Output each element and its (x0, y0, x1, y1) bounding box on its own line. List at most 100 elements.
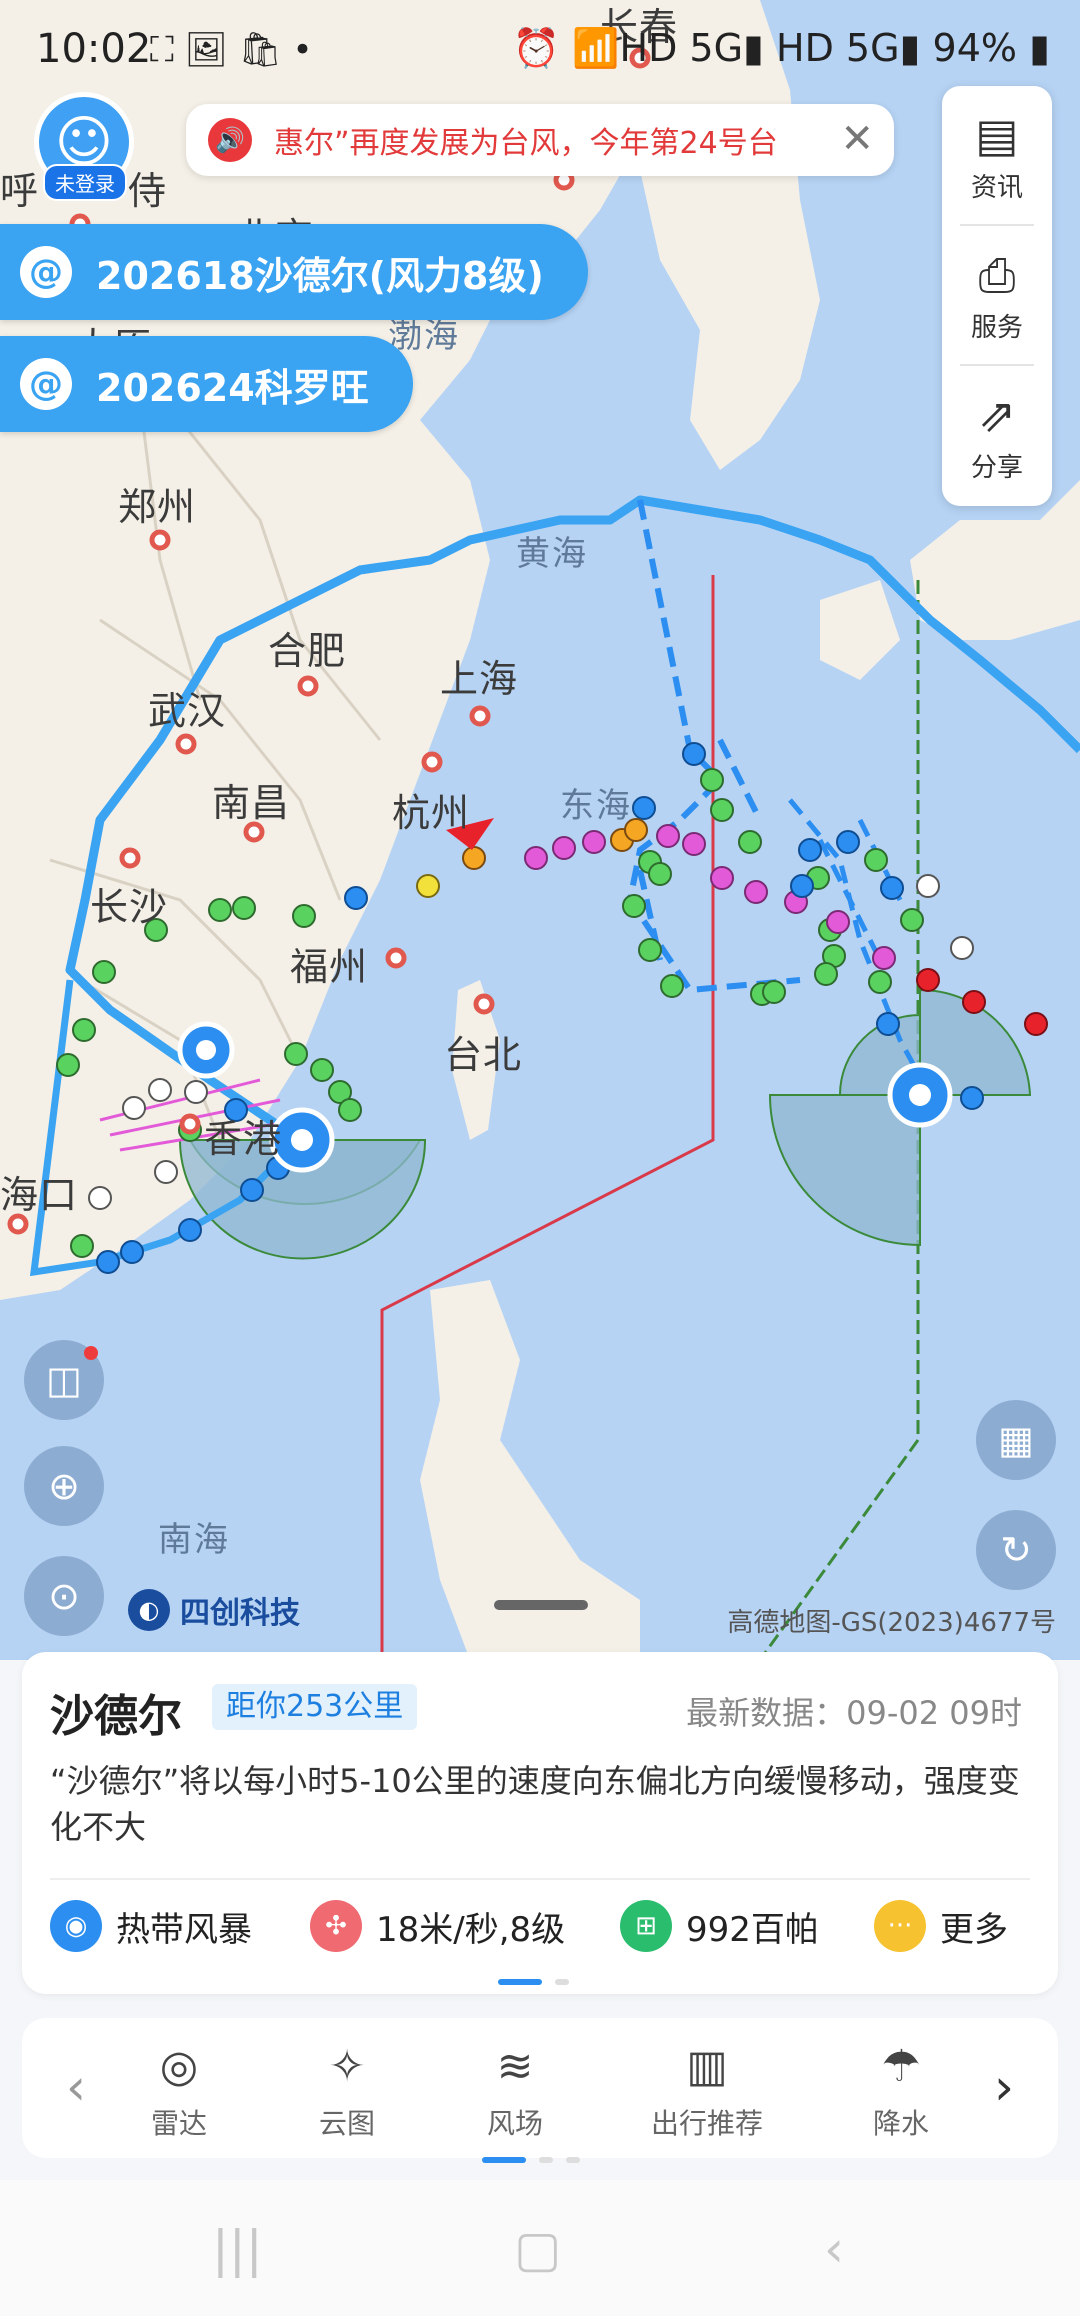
notice-banner[interactable]: 🔊 惠尔”再度发展为台风，今年第24号台 ✕ (186, 104, 894, 176)
distance-badge: 距你253公里 (212, 1684, 418, 1730)
stat-pressure: ⊞ 992百帕 (620, 1900, 819, 1952)
divider (960, 224, 1034, 226)
wind-field-icon: ≋ (496, 2041, 534, 2092)
sea-label: 东海 (560, 786, 632, 826)
brand-text: 四创科技 (180, 1596, 300, 1631)
city-label: 香港 (204, 1117, 283, 1161)
typhoon-description: “沙德尔”将以每小时5-10公里的速度向东偏北方向缓慢移动，强度变化不大 (50, 1762, 1020, 1846)
tool-label: 降水 (872, 2107, 929, 2140)
system-nav-bar: ||| ▢ ‹ (0, 2180, 1080, 2316)
typhoon-icon: @ (20, 358, 72, 410)
close-icon[interactable]: ✕ (840, 116, 874, 162)
status-time: 10:02 (36, 26, 152, 72)
tool-cloud[interactable]: ✧ 云图 (272, 2040, 422, 2142)
storm-pill-koroan[interactable]: @ 202624科罗旺 (0, 336, 413, 432)
recent-apps-icon[interactable]: ||| (212, 2220, 263, 2278)
share-label: 分享 (970, 452, 1023, 483)
typhoon-info-card[interactable]: 沙德尔 距你253公里 最新数据：09-02 09时 “沙德尔”将以每小时5-1… (22, 1652, 1058, 1994)
right-side-panel: ▤ 资讯 ⎙ 服务 ⇗ 分享 (942, 86, 1052, 506)
crosshair-icon: ⊕ (48, 1464, 80, 1508)
share-icon: ⇗ (977, 387, 1017, 442)
satellite-icon: ✧ (328, 2041, 366, 2092)
city-label: 郑州 (118, 485, 197, 529)
divider (960, 364, 1034, 366)
more-button[interactable]: ··· 更多 (874, 1900, 1008, 1952)
back-icon[interactable]: ‹ (824, 2220, 844, 2278)
bottom-toolbar: ‹ ◎ 雷达 ✧ 云图 ≋ 风场 ▥ 出行推荐 ☂ 降水 › (22, 2018, 1058, 2163)
sheet-drag-handle[interactable] (494, 1600, 588, 1610)
measure-button[interactable]: ⊙ (24, 1556, 104, 1636)
radar-icon: ◎ (159, 2041, 199, 2092)
tool-label: 雷达 (150, 2107, 207, 2140)
legend-icon: ▦ (998, 1418, 1034, 1462)
city-label: 上海 (440, 657, 519, 701)
stat-pressure-text: 992百帕 (686, 1909, 819, 1950)
scroll-right-icon[interactable]: › (994, 2058, 1014, 2116)
pressure-icon: ⊞ (620, 1900, 672, 1952)
refresh-icon: ↻ (1000, 1528, 1032, 1572)
city-label: 呼 (0, 169, 40, 213)
update-time: 最新数据：09-02 09时 (686, 1694, 1022, 1732)
my-location-marker (177, 1021, 235, 1079)
city-label: 武汉 (148, 689, 227, 733)
map-copyright: 高德地图-GS(2023)4677号 (727, 1608, 1056, 1638)
city-label: 杭州 (392, 791, 471, 835)
travel-map-icon: ▥ (686, 2041, 728, 2092)
tool-rain[interactable]: ☂ 降水 (826, 2040, 976, 2142)
city-label: 海口 (0, 1173, 79, 1217)
refresh-button[interactable]: ↻ (976, 1510, 1056, 1590)
page-dot (555, 1979, 570, 1985)
news-label: 资讯 (970, 172, 1023, 203)
card-page-indicator (498, 1970, 577, 1989)
user-avatar[interactable]: ☺ 未登录 (34, 92, 134, 201)
sea-label: 黄海 (516, 534, 588, 574)
stat-level-text: 热带风暴 (116, 1909, 252, 1950)
speaker-icon: 🔊 (208, 118, 252, 162)
more-text: 更多 (940, 1909, 1008, 1950)
map-layer-button[interactable]: ◫ (24, 1340, 104, 1420)
locate-me-button[interactable]: ⊕ (24, 1446, 104, 1526)
login-badge: 未登录 (43, 164, 127, 201)
city-label: 南昌 (212, 781, 291, 825)
japan-kyushu (820, 580, 900, 680)
divider (50, 1878, 1030, 1880)
city-label: 合肥 (268, 629, 347, 673)
storm-marker-east (887, 1062, 953, 1128)
city-label: 台北 (444, 1033, 523, 1077)
share-button[interactable]: ⇗ 分享 (942, 368, 1052, 504)
city-label: 长沙 (90, 885, 169, 929)
page-dot (566, 2157, 581, 2163)
status-bar: 10:02 ⛶ 🖼 🛍 • ⏰ 📶HD 5G▮ HD 5G▮ 94% ▮ (0, 0, 1080, 100)
scroll-left-icon[interactable]: ‹ (66, 2058, 86, 2116)
tool-label: 出行推荐 (650, 2107, 763, 2140)
map-layer-icon: ◫ (46, 1358, 82, 1402)
news-icon: ▤ (975, 107, 1019, 162)
notification-dot (84, 1346, 98, 1360)
status-notification-icons: ⛶ 🖼 🛍 • (150, 30, 313, 70)
tool-label: 风场 (486, 2107, 543, 2140)
tool-wind[interactable]: ≋ 风场 (440, 2040, 590, 2142)
target-icon: ⊙ (48, 1574, 80, 1618)
news-button[interactable]: ▤ 资讯 (942, 88, 1052, 224)
sea-label: 南海 (158, 1520, 230, 1560)
notice-text: 惠尔”再度发展为台风，今年第24号台 (274, 126, 778, 161)
tool-label: 云图 (318, 2107, 375, 2140)
tool-radar[interactable]: ◎ 雷达 (104, 2040, 254, 2142)
home-icon[interactable]: ▢ (514, 2220, 561, 2278)
track-point-yellow (416, 874, 440, 898)
service-button[interactable]: ⎙ 服务 (942, 228, 1052, 364)
typhoon-level-icon: ◉ (50, 1900, 102, 1952)
status-system-icons: ⏰ 📶HD 5G▮ HD 5G▮ 94% ▮ (512, 26, 1050, 70)
service-label: 服务 (970, 312, 1023, 343)
page-dot-active (498, 1979, 542, 1985)
page-dot (539, 2157, 554, 2163)
track-east-forecast (626, 499, 801, 994)
city-label: 福州 (290, 945, 369, 989)
city-label: 侍 (128, 169, 168, 213)
typhoon-name: 沙德尔 (50, 1691, 182, 1742)
brand-icon: ◐ (128, 1589, 170, 1631)
storm-pill-shadel[interactable]: @ 202618沙德尔(风力8级) (0, 224, 588, 320)
legend-button[interactable]: ▦ (976, 1400, 1056, 1480)
rain-icon: ☂ (881, 2041, 921, 2092)
tool-travel[interactable]: ▥ 出行推荐 (632, 2040, 782, 2142)
